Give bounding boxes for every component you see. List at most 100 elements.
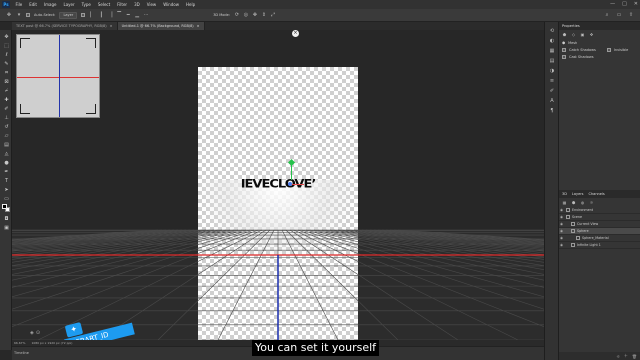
color-icon[interactable]: ◐ <box>549 38 555 44</box>
align-left-icon[interactable]: ▏ <box>89 12 95 18</box>
align-bottom-icon[interactable]: ▁ <box>134 12 140 18</box>
search-icon[interactable]: ⌕ <box>604 12 610 18</box>
menu-window[interactable]: Window <box>160 2 183 7</box>
scene-tree-item[interactable]: ◉ Sphere_Material <box>559 235 640 242</box>
visibility-eye-icon[interactable]: ◉ <box>559 222 564 226</box>
menu-help[interactable]: Help <box>182 2 198 7</box>
type-tool-icon[interactable]: T <box>3 178 10 185</box>
minimize-button[interactable]: — <box>610 1 615 7</box>
brush-settings-icon[interactable]: ✐ <box>549 88 555 94</box>
tab-untitled-1[interactable]: Untitled-1 @ 66.7% (Background, RGB/8) × <box>117 22 205 30</box>
cast-shadows-checkbox[interactable] <box>562 54 566 59</box>
menu-type[interactable]: Type <box>78 2 94 7</box>
tab-layers[interactable]: Layers <box>572 192 584 196</box>
scale-icon[interactable]: ⤢ <box>270 12 276 18</box>
foreground-color-swatch[interactable] <box>2 204 7 209</box>
slide-icon[interactable]: ⇕ <box>261 12 267 18</box>
history-icon[interactable]: ⟲ <box>549 28 555 34</box>
add-light-icon[interactable]: ☼ <box>616 354 620 359</box>
delete-icon[interactable]: 🗑 <box>632 354 637 359</box>
visibility-eye-icon[interactable]: ◉ <box>559 208 564 212</box>
visibility-eye-icon[interactable]: ◉ <box>559 243 564 247</box>
eraser-tool-icon[interactable]: ▱ <box>3 133 10 140</box>
visibility-eye-icon[interactable]: ◉ <box>559 215 564 219</box>
close-icon[interactable]: × <box>292 30 299 37</box>
deform-tab-icon[interactable]: ◇ <box>571 32 576 37</box>
more-options-icon[interactable]: ⋯ <box>143 12 149 18</box>
align-center-icon[interactable]: ┃ <box>98 12 104 18</box>
visibility-eye-icon[interactable]: ◉ <box>559 229 564 233</box>
scene-tree-item[interactable]: ◉ Current View <box>559 221 640 228</box>
coordinates-tab-icon[interactable]: ✥ <box>589 32 594 37</box>
character-icon[interactable]: A <box>549 98 555 104</box>
adjustments-icon[interactable]: ◑ <box>549 68 555 74</box>
shape-tool-icon[interactable]: ▭ <box>3 196 10 203</box>
orbit-icon[interactable]: ⟳ <box>234 12 240 18</box>
new-item-icon[interactable]: ＋ <box>624 353 628 359</box>
auto-select-checkbox[interactable] <box>26 13 30 17</box>
dodge-tool-icon[interactable]: ● <box>3 160 10 167</box>
roll-icon[interactable]: ◎ <box>243 12 249 18</box>
brush-tool-icon[interactable]: ✐ <box>3 106 10 113</box>
properties-title[interactable]: Properties <box>562 24 580 28</box>
swatches-icon[interactable]: ▦ <box>549 48 555 54</box>
workspace-icon[interactable]: ▭ <box>616 12 622 18</box>
paragraph-icon[interactable]: ¶ <box>549 108 555 114</box>
menu-image[interactable]: Image <box>40 2 60 7</box>
screen-mode-icon[interactable]: ▣ <box>3 225 10 232</box>
frame-tool-icon[interactable]: ⊠ <box>3 79 10 86</box>
camera-icon[interactable]: ⊙ <box>36 330 40 336</box>
align-middle-icon[interactable]: ━ <box>125 12 131 18</box>
properties-icon[interactable]: ≡ <box>549 78 555 84</box>
share-icon[interactable]: ⇪ <box>628 12 634 18</box>
pan-icon[interactable]: ✥ <box>252 12 258 18</box>
3d-text-object[interactable]: IEVECLOVE’ <box>208 179 348 191</box>
move-tool-icon[interactable]: ✥ <box>6 12 12 18</box>
tab-close-icon[interactable]: × <box>197 22 200 30</box>
move-tool-icon[interactable]: ✥ <box>3 34 10 41</box>
quick-select-tool-icon[interactable]: ✎ <box>3 61 10 68</box>
scene-tree-item[interactable]: ◉ Infinite Light 1 <box>559 242 640 249</box>
align-top-icon[interactable]: ▔ <box>116 12 122 18</box>
catch-shadows-checkbox[interactable] <box>562 47 566 52</box>
menu-view[interactable]: View <box>143 2 160 7</box>
gizmo-center[interactable] <box>288 182 292 186</box>
lasso-tool-icon[interactable]: ℓ <box>3 52 10 59</box>
menu-3d[interactable]: 3D <box>131 2 144 7</box>
maximize-button[interactable]: □ <box>622 1 627 7</box>
scene-tree-item[interactable]: ◉ Scene <box>559 214 640 221</box>
align-right-icon[interactable]: ▕ <box>107 12 113 18</box>
pen-tool-icon[interactable]: ✒ <box>3 169 10 176</box>
tab-channels[interactable]: Channels <box>589 192 605 196</box>
cap-tab-icon[interactable]: ▣ <box>580 32 585 37</box>
path-select-icon[interactable]: ➤ <box>3 187 10 194</box>
materials-icon[interactable]: ◍ <box>580 200 585 205</box>
marquee-tool-icon[interactable]: ⬚ <box>3 43 10 50</box>
menu-select[interactable]: Select <box>94 2 113 7</box>
tab-text-post[interactable]: TEXT post @ 66.7% (SERVICE TYPOGRAPHY, R… <box>12 22 118 30</box>
quick-mask-icon[interactable]: ◘ <box>3 216 10 223</box>
menu-layer[interactable]: Layer <box>60 2 78 7</box>
secondary-view[interactable] <box>16 34 100 118</box>
auto-select-target-dropdown[interactable]: Layer <box>59 11 78 19</box>
clone-stamp-icon[interactable]: ⊥ <box>3 115 10 122</box>
blur-tool-icon[interactable]: ◬ <box>3 151 10 158</box>
view-cube-icon[interactable]: ◈ <box>30 330 34 336</box>
menu-filter[interactable]: Filter <box>114 2 131 7</box>
libraries-icon[interactable]: ▤ <box>549 58 555 64</box>
canvas-area[interactable]: IEVECLOVE’ × ◈ ⊙ ✦ @ERART_ID <box>12 30 544 340</box>
gizmo-y-axis[interactable] <box>291 164 292 180</box>
visibility-eye-icon[interactable]: ◉ <box>559 236 564 240</box>
tab-3d[interactable]: 3D <box>562 192 567 196</box>
timeline-tab[interactable]: Timeline <box>14 351 29 355</box>
meshes-icon[interactable]: ⬢ <box>571 200 576 205</box>
history-brush-icon[interactable]: ↺ <box>3 124 10 131</box>
crop-tool-icon[interactable]: ⌗ <box>3 70 10 77</box>
scene-tree-item[interactable]: ◉ Environment <box>559 207 640 214</box>
invisible-checkbox[interactable] <box>606 47 611 52</box>
eyedropper-tool-icon[interactable]: ⌿ <box>3 88 10 95</box>
menu-edit[interactable]: Edit <box>26 2 41 7</box>
chevron-down-icon[interactable]: ▾ <box>16 12 22 18</box>
gradient-tool-icon[interactable]: ▤ <box>3 142 10 149</box>
tab-close-icon[interactable]: × <box>110 22 113 30</box>
